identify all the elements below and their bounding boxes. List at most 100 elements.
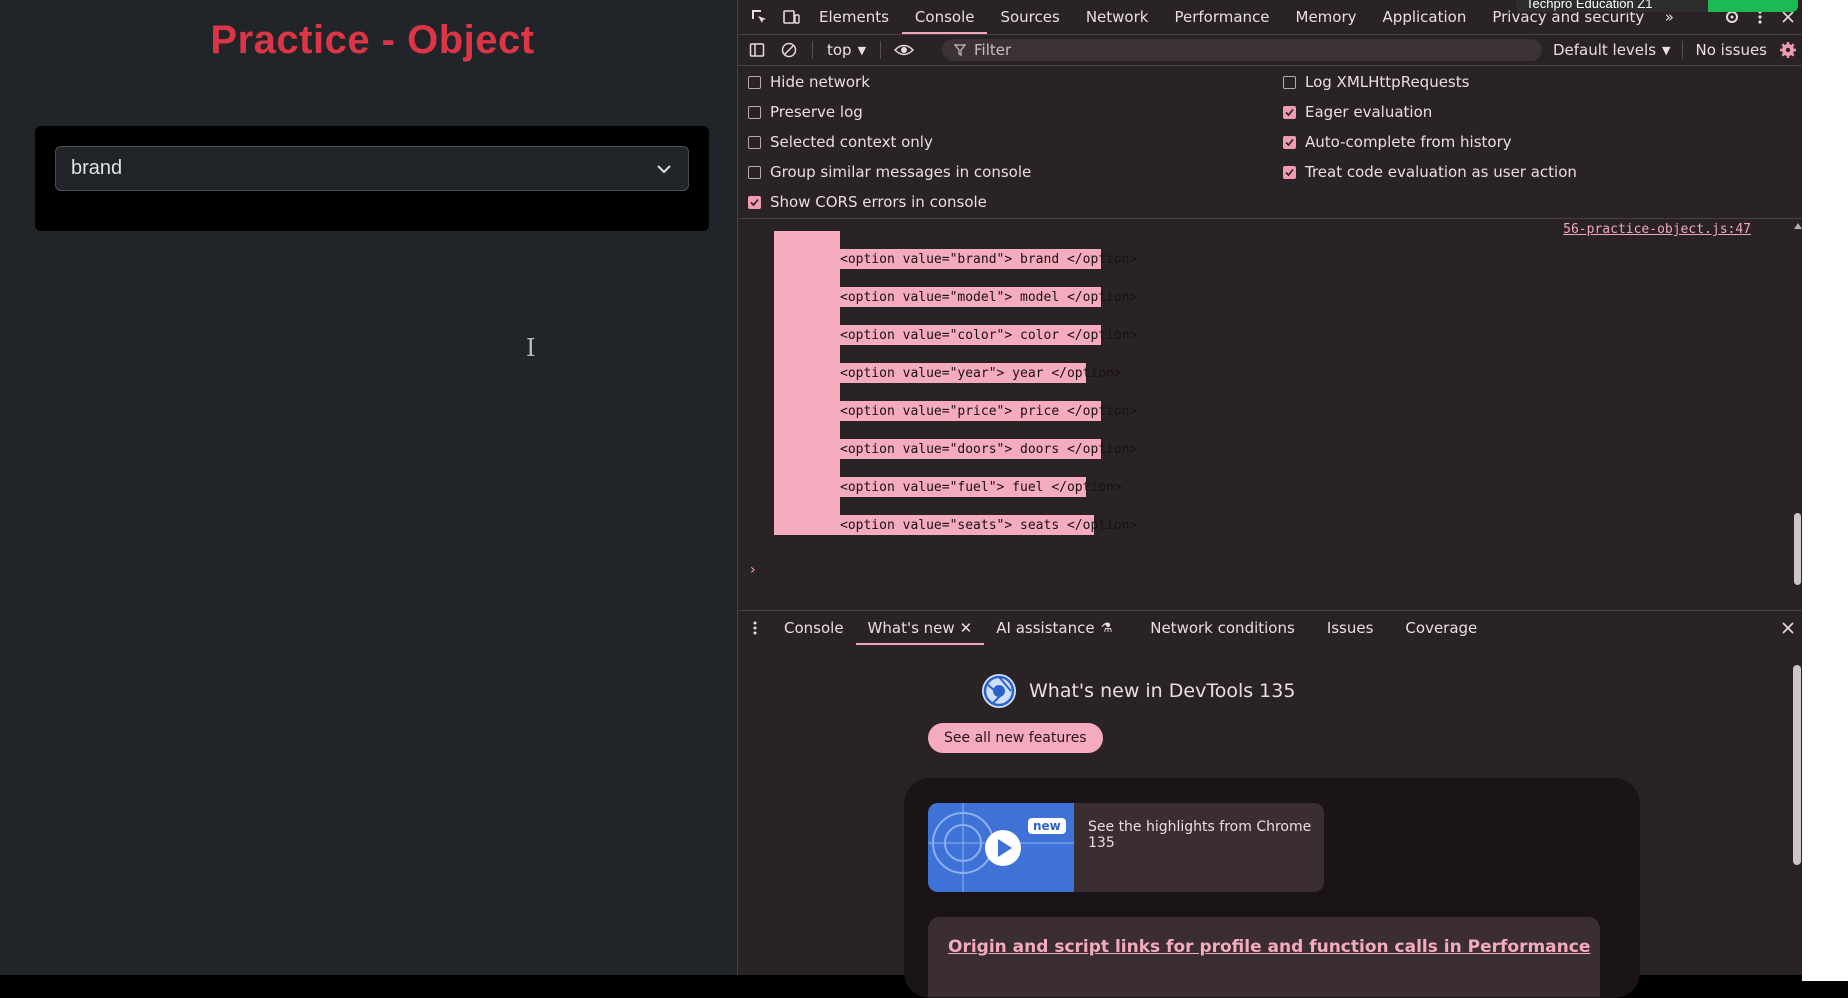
- highlights-video-card[interactable]: new See the highlights from Chrome 135: [928, 803, 1324, 892]
- drawer-tab-whats-new[interactable]: What's new ✕: [855, 611, 985, 645]
- console-output[interactable]: 56-practice-object.js:47 <option value="…: [738, 219, 1803, 609]
- drawer-tabbar: Console What's new ✕ AI assistance ⚗ Net…: [738, 610, 1803, 646]
- show-cors-errors-option[interactable]: Show CORS errors in console: [748, 193, 987, 211]
- sidebar-toggle-icon[interactable]: [740, 35, 774, 65]
- selection-gap: [774, 231, 840, 249]
- tab-application[interactable]: Application: [1370, 0, 1480, 34]
- tab-performance[interactable]: Performance: [1161, 0, 1282, 34]
- treat-code-eval-option[interactable]: Treat code evaluation as user action: [1283, 163, 1577, 181]
- inspect-element-icon[interactable]: [742, 0, 776, 34]
- checkbox-checked[interactable]: [1283, 135, 1296, 149]
- live-expression-eye-icon[interactable]: [889, 35, 919, 65]
- see-all-features-button[interactable]: See all new features: [928, 723, 1103, 753]
- log-levels-dropdown[interactable]: Default levels ▼: [1547, 35, 1677, 65]
- selection-gap: [774, 459, 840, 477]
- chevron-down-icon: [657, 165, 671, 174]
- tab-sources[interactable]: Sources: [987, 0, 1072, 34]
- whats-new-panel: What's new in DevTools 135 See all new f…: [738, 645, 1803, 998]
- video-caption: See the highlights from Chrome 135: [1088, 819, 1312, 851]
- option-label: Eager evaluation: [1305, 103, 1433, 121]
- log-xhr-option[interactable]: Log XMLHttpRequests: [1283, 73, 1469, 91]
- console-settings-gear-icon[interactable]: [1773, 35, 1803, 65]
- console-line: <option value="seats"> seats </option>: [774, 515, 1137, 535]
- checkbox[interactable]: [1283, 75, 1296, 89]
- whats-new-title: What's new in DevTools 135: [1029, 680, 1296, 702]
- close-tab-icon[interactable]: ✕: [960, 619, 973, 637]
- console-filter-input[interactable]: Filter: [942, 39, 1542, 61]
- selection-gap: [774, 421, 840, 439]
- checkbox-checked[interactable]: [1283, 165, 1296, 179]
- selection-gap: [774, 269, 840, 287]
- checkbox[interactable]: [748, 105, 761, 119]
- option-label: Treat code evaluation as user action: [1305, 163, 1577, 181]
- checkbox[interactable]: [748, 165, 761, 179]
- context-selector[interactable]: top ▼: [821, 35, 872, 65]
- console-scrollbar[interactable]: [1793, 223, 1802, 593]
- device-toolbar-icon[interactable]: [776, 0, 806, 34]
- caret-down-icon: ▼: [857, 43, 867, 57]
- issues-counter[interactable]: No issues: [1689, 35, 1773, 65]
- log-levels-label: Default levels: [1552, 41, 1657, 59]
- console-toolbar: top ▼ Filter Default levels ▼ No issues: [738, 35, 1803, 66]
- checkbox-checked[interactable]: [748, 195, 761, 209]
- hide-network-option[interactable]: Hide network: [748, 73, 870, 91]
- profile-indicator: Techpro Education Z1: [1516, 0, 1798, 12]
- tab-memory[interactable]: Memory: [1283, 0, 1370, 34]
- autocomplete-history-option[interactable]: Auto-complete from history: [1283, 133, 1512, 151]
- selection-gap: [774, 307, 840, 325]
- console-prompt-caret[interactable]: ›: [750, 562, 756, 578]
- drawer-tab-coverage[interactable]: Coverage: [1393, 611, 1489, 645]
- selection-gap: [774, 383, 840, 401]
- console-line: <option value="price"> price </option>: [774, 401, 1137, 421]
- profile-name: Techpro Education Z1: [1526, 0, 1653, 11]
- tab-network[interactable]: Network: [1073, 0, 1162, 34]
- tab-console[interactable]: Console: [901, 0, 988, 34]
- drawer-menu-icon[interactable]: [738, 611, 772, 645]
- filter-placeholder: Filter: [974, 41, 1012, 59]
- console-line: <option value="model"> model </option>: [774, 287, 1137, 307]
- console-line: <option value="doors"> doors </option>: [774, 439, 1137, 459]
- page-title: Practice - Object: [210, 18, 535, 62]
- select-value: brand: [71, 157, 123, 179]
- new-badge: new: [1028, 818, 1066, 834]
- selection-gap: [774, 345, 840, 363]
- drawer-tab-console[interactable]: Console: [772, 611, 856, 645]
- feature-link[interactable]: Origin and script links for profile and …: [948, 937, 1590, 957]
- drawer-tab-issues[interactable]: Issues: [1307, 611, 1394, 645]
- drawer-tab-ai-assistance[interactable]: AI assistance ⚗: [984, 611, 1124, 645]
- console-line: <option value="color"> color </option>: [774, 325, 1137, 345]
- close-drawer-icon[interactable]: [1773, 611, 1803, 645]
- devtools-panel: Elements Console Sources Network Perform…: [737, 0, 1803, 998]
- selected-context-option[interactable]: Selected context only: [748, 133, 933, 151]
- filter-funnel-icon: [954, 44, 966, 56]
- tab-elements[interactable]: Elements: [806, 0, 902, 34]
- drawer-scrollbar[interactable]: [1793, 665, 1801, 865]
- drawer-tab-label: AI assistance: [996, 619, 1095, 637]
- feature-card: Origin and script links for profile and …: [928, 917, 1600, 997]
- eager-evaluation-option[interactable]: Eager evaluation: [1283, 103, 1432, 121]
- option-label: Hide network: [770, 73, 870, 91]
- select-card: brand: [35, 126, 709, 231]
- caret-down-icon: ▼: [1662, 43, 1671, 57]
- preserve-log-option[interactable]: Preserve log: [748, 103, 863, 121]
- object-key-select[interactable]: brand: [55, 146, 689, 191]
- option-label: Group similar messages in console: [770, 163, 1032, 181]
- text-cursor-icon: I: [526, 334, 536, 362]
- flask-icon: ⚗: [1100, 620, 1113, 636]
- option-label: Show CORS errors in console: [770, 193, 987, 211]
- checkbox[interactable]: [748, 135, 761, 149]
- option-label: Selected context only: [770, 133, 933, 151]
- practice-page: Practice - Object brand I: [0, 0, 737, 975]
- clear-console-icon[interactable]: [774, 35, 804, 65]
- console-line: <option value="brand"> brand </option>: [774, 249, 1137, 269]
- video-thumbnail: new: [928, 803, 1074, 892]
- console-settings-panel: Hide network Preserve log Selected conte…: [738, 66, 1803, 219]
- source-file-link[interactable]: 56-practice-object.js:47: [1563, 222, 1751, 237]
- checkbox-checked[interactable]: [1283, 105, 1296, 119]
- context-label: top: [827, 41, 852, 59]
- group-similar-option[interactable]: Group similar messages in console: [748, 163, 1031, 181]
- checkbox[interactable]: [748, 75, 761, 89]
- drawer-tab-network-conditions[interactable]: Network conditions: [1124, 611, 1307, 645]
- profile-status-bar: [1708, 0, 1798, 12]
- console-line: <option value="year"> year </option>: [774, 363, 1122, 383]
